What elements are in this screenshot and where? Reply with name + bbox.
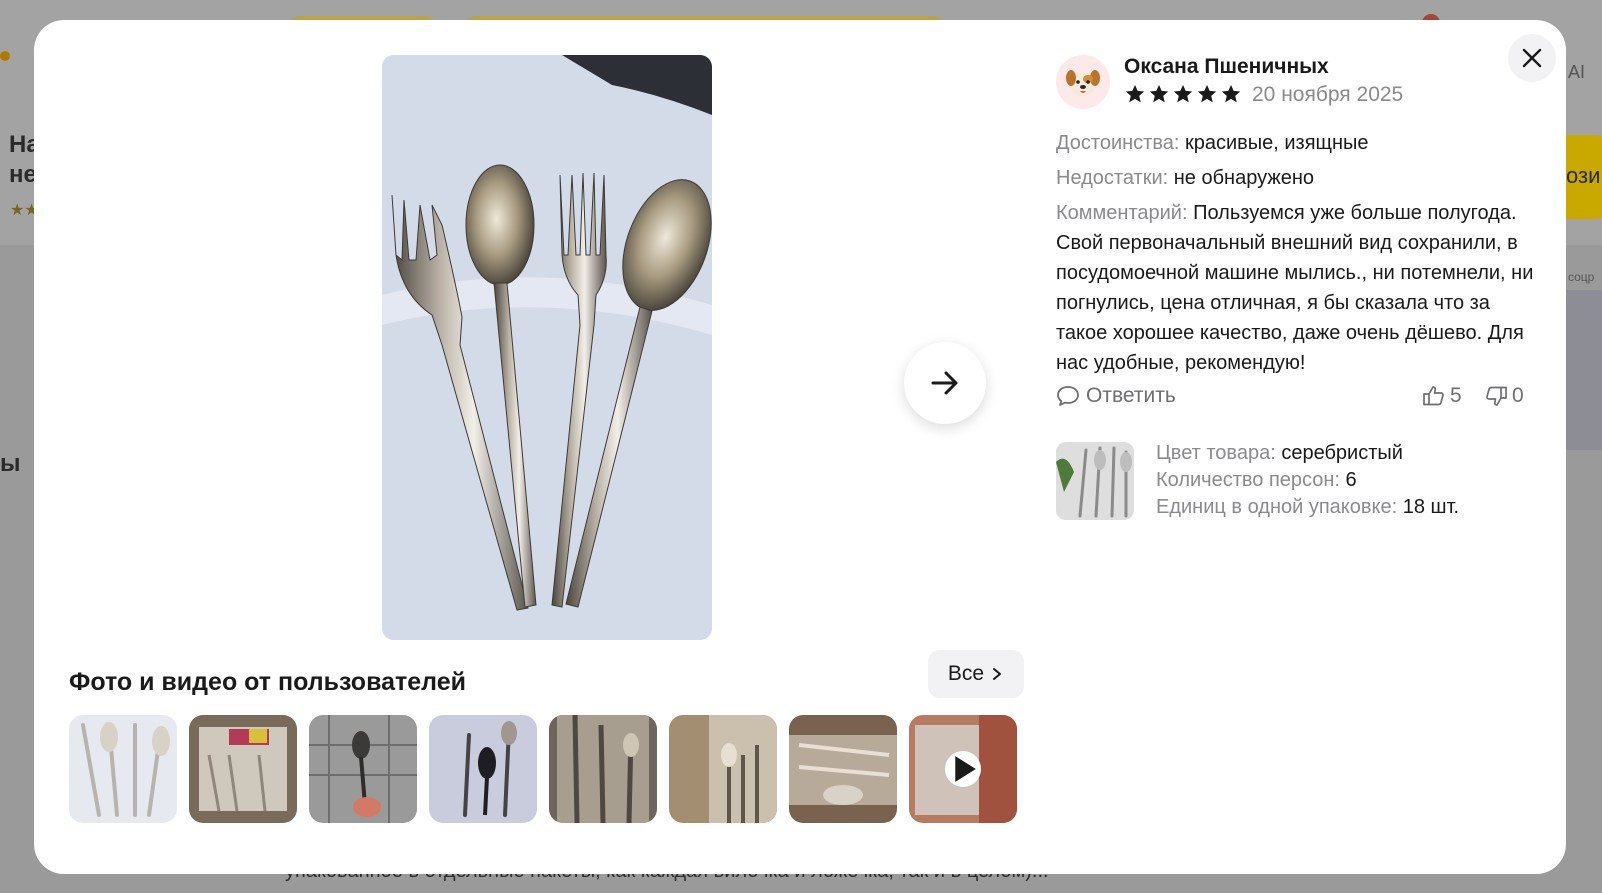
star-icon (1125, 84, 1145, 103)
dislike-button[interactable]: 0 (1484, 384, 1524, 408)
background-ai-label: AI (1568, 62, 1586, 82)
review-comment: Комментарий: Пользуемся уже больше полуг… (1056, 198, 1536, 378)
prop-value: серебристый (1281, 442, 1403, 464)
gallery-thumbnail[interactable] (789, 715, 897, 823)
view-all-button[interactable]: Все (928, 650, 1024, 698)
background-side-card (1560, 290, 1602, 450)
background-cta-label: ози (1566, 163, 1601, 188)
star-icon (1197, 84, 1217, 103)
product-prop-persons: Количество персон: 6 (1156, 467, 1459, 494)
review-pros: Достоинства: красивые, изящные (1056, 128, 1536, 158)
author-name[interactable]: Оксана Пшеничных (1124, 55, 1329, 79)
author-avatar[interactable] (1056, 55, 1110, 109)
like-button[interactable]: 5 (1422, 384, 1462, 408)
product-thumbnail[interactable] (1056, 442, 1134, 520)
rating-stars (1124, 83, 1242, 105)
gallery-title: Фото и видео от пользователей (69, 668, 466, 696)
thumbs-down-icon (1486, 386, 1507, 406)
reply-button[interactable]: Ответить (1056, 384, 1176, 408)
chevron-right-icon (993, 668, 1002, 680)
reply-label: Ответить (1086, 384, 1176, 407)
comment-text: Пользуемся уже больше полугода. Свой пер… (1056, 202, 1534, 374)
likes-count: 5 (1450, 384, 1462, 407)
star-icon (1149, 84, 1169, 103)
close-button[interactable] (1508, 34, 1556, 82)
star-icon (1221, 84, 1241, 103)
prop-value: 18 шт. (1402, 496, 1460, 518)
review-body: Достоинства: красивые, изящные Недостатк… (1056, 128, 1536, 383)
review-actions: Ответить 5 0 (1056, 384, 1536, 416)
background-section-heading: ы (0, 450, 21, 477)
prop-label: Количество персон: (1156, 469, 1340, 491)
product-prop-units: Единиц в одной упаковке: 18 шт. (1156, 494, 1459, 521)
background-side-label: соцр (1568, 270, 1595, 284)
play-icon (955, 756, 976, 782)
prop-value: 6 (1345, 469, 1357, 491)
prop-label: Цвет товара: (1156, 442, 1276, 464)
cons-label: Недостатки: (1056, 167, 1169, 189)
pros-text: красивые, изящные (1184, 132, 1369, 154)
arrow-right-icon (931, 371, 958, 395)
gallery-video-thumbnail[interactable] (909, 715, 1017, 823)
gallery-thumbnail[interactable] (669, 715, 777, 823)
review-photo (382, 55, 712, 640)
gallery-thumbnail[interactable] (309, 715, 417, 823)
thumbs-up-icon (1423, 386, 1444, 406)
gallery-thumbnails (69, 715, 1017, 823)
gallery-thumbnail[interactable] (549, 715, 657, 823)
gallery-thumbnail[interactable] (429, 715, 537, 823)
review-date: 20 ноября 2025 (1252, 83, 1404, 106)
cons-text: не обнаружено (1173, 167, 1315, 189)
dislikes-count: 0 (1512, 384, 1524, 407)
dog-avatar-icon (1066, 70, 1100, 96)
review-cons: Недостатки: не обнаружено (1056, 163, 1536, 193)
pros-label: Достоинства: (1056, 132, 1180, 154)
view-all-label: Все (947, 662, 985, 685)
close-icon (1522, 48, 1542, 68)
comment-icon (1057, 386, 1079, 406)
review-media-modal: Фото и видео от пользователей Все Оксана… (34, 20, 1566, 874)
gallery-thumbnail[interactable] (189, 715, 297, 823)
product-prop-color: Цвет товара: серебристый (1156, 440, 1459, 467)
product-properties: Цвет товара: серебристый Количество перс… (1156, 440, 1459, 521)
star-icon (1173, 84, 1193, 103)
next-photo-button[interactable] (904, 342, 986, 424)
play-button[interactable] (945, 751, 981, 787)
comment-label: Комментарий: (1056, 202, 1188, 224)
gallery-thumbnail[interactable] (69, 715, 177, 823)
prop-label: Единиц в одной упаковке: (1156, 496, 1398, 518)
